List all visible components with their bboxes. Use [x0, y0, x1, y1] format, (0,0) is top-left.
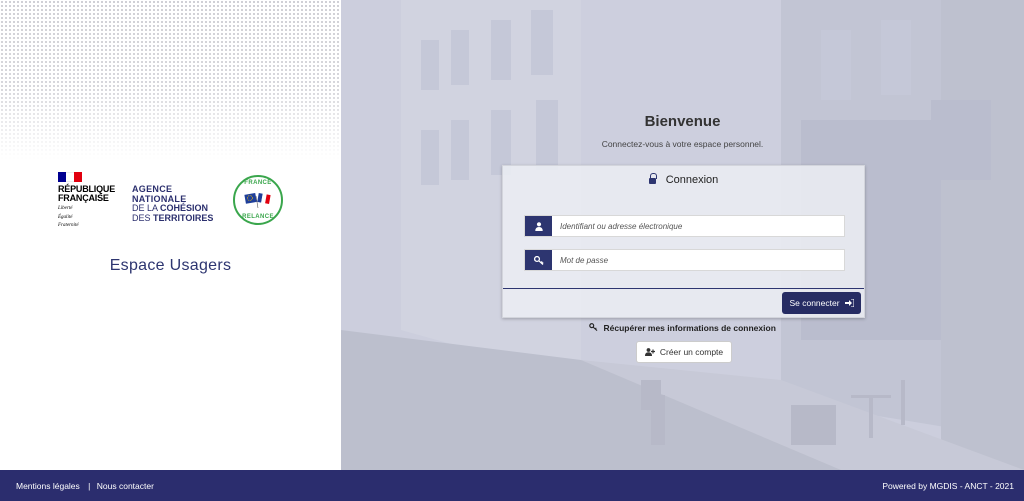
login-panel: Bienvenue Connectez-vous à votre espace … [341, 0, 1024, 470]
rf-motto-1: Liberté [58, 206, 73, 211]
username-input[interactable] [552, 216, 844, 236]
rf-title-line2: FRANÇAISE [58, 193, 109, 203]
user-icon [525, 216, 552, 236]
lock-icon [648, 173, 657, 184]
key-icon [589, 323, 598, 331]
republique-francaise-logo: RÉPUBLIQUE FRANÇAISE Liberté Égalité Fra… [58, 172, 120, 229]
key-icon [525, 250, 552, 270]
anct-line4-bold: TERRITOIRES [153, 212, 214, 223]
footer-links: Mentions légales | Nous contacter [16, 481, 154, 491]
rf-motto-3: Fraternité [58, 223, 79, 228]
user-plus-icon [644, 348, 655, 356]
create-account-label: Créer un compte [659, 347, 724, 357]
login-card-header: Connexion [503, 166, 864, 194]
login-button-label: Se connecter [789, 298, 840, 308]
flags-icon [244, 193, 271, 209]
login-card-title: Connexion [665, 174, 719, 186]
anct-line4: DES TERRITOIRES [132, 212, 227, 224]
username-field [524, 215, 845, 237]
password-field [524, 249, 845, 271]
footer-separator: | [88, 480, 91, 491]
relance-bottom-text: RELANCE [242, 214, 274, 220]
footer: Mentions légales | Nous contacter Powere… [0, 470, 1024, 501]
legal-notice-link[interactable]: Mentions légales [16, 481, 80, 491]
anct-line3-bold: COHÉSION [160, 203, 209, 213]
card-divider [503, 288, 864, 289]
welcome-subtitle: Connectez-vous à votre espace personnel. [601, 139, 764, 149]
powered-by-text: Powered by MGDIS - ANCT - 2021 [882, 480, 1014, 491]
france-relance-logo: FRANCE RELANCE [233, 175, 283, 225]
create-account-button[interactable]: Créer un compte [636, 341, 732, 363]
espace-usagers-title: Espace Usagers [109, 257, 232, 274]
recover-credentials-link[interactable]: Récupérer mes informations de connexion [341, 323, 1024, 333]
relance-top-text: FRANCE [244, 180, 272, 186]
left-panel: RÉPUBLIQUE FRANÇAISE Liberté Égalité Fra… [0, 0, 341, 470]
anct-line3-prefix: DE LA [132, 203, 161, 213]
rf-motto-2: Égalité [58, 214, 73, 220]
welcome-heading: Bienvenue [644, 113, 721, 130]
anct-line4-prefix: DES [132, 212, 154, 223]
dot-pattern-decoration [0, 0, 341, 160]
login-button[interactable]: Se connecter [782, 292, 861, 314]
french-flag-icon [58, 172, 82, 182]
recover-credentials-label: Récupérer mes informations de connexion [603, 323, 776, 333]
contact-link[interactable]: Nous contacter [97, 481, 154, 491]
password-input[interactable] [552, 250, 844, 270]
login-card: Connexion Se connecter [502, 165, 865, 318]
sign-in-icon [844, 299, 854, 307]
anct-logo: AGENCE NATIONALE DE LA COHÉSION DES TERR… [132, 184, 227, 224]
